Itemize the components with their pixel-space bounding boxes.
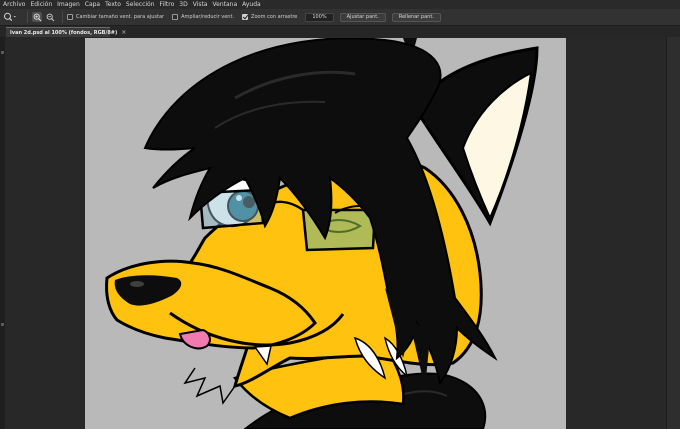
zoom-tool-icon [4,12,16,22]
zoom-in-icon [33,13,41,21]
menu-item-ayuda[interactable]: Ayuda [242,0,261,9]
divider [62,11,63,23]
menu-item-archivo[interactable]: Archivo [3,0,25,9]
close-icon[interactable]: × [121,29,126,36]
menu-item-3d[interactable]: 3D [179,0,187,9]
zoom-in-button[interactable] [32,12,42,22]
panel-grip-icon[interactable] [1,51,4,54]
divider [27,11,28,23]
document-tab-title: Ivan 2d.psd al 100% (fondos, RGB/8#) [10,29,118,36]
menu-item-edicion[interactable]: Edición [30,0,52,9]
scrubby-zoom-option[interactable]: Zoom con arrastre [242,14,297,20]
zoom-out-icon [46,13,54,21]
zoom-level-field[interactable]: 100% [305,12,334,22]
document-tab[interactable]: Ivan 2d.psd al 100% (fondos, RGB/8#) × [6,27,126,37]
fit-screen-button[interactable]: Ajustar pant. [339,12,386,22]
tongue [178,328,211,350]
menu-item-filtro[interactable]: Filtro [160,0,175,9]
document-canvas[interactable] [85,38,566,429]
scrubby-zoom-label: Zoom con arrastre [251,14,298,20]
document-tab-bar: Ivan 2d.psd al 100% (fondos, RGB/8#) × [0,27,680,37]
resize-windows-label: Cambiar tamaño vent. para ajustar [76,14,165,20]
right-panel-dock [666,37,680,429]
tool-preset-picker[interactable] [3,12,17,22]
zoom-all-windows-checkbox[interactable] [172,14,179,20]
resize-windows-option[interactable]: Cambiar tamaño vent. para ajustar [67,14,164,20]
artwork-wolf-portrait [105,38,539,429]
menu-item-seleccion[interactable]: Selección [126,0,155,9]
menu-item-imagen[interactable]: Imagen [57,0,80,9]
fill-screen-button[interactable]: Rellenar pant. [391,12,441,22]
resize-windows-checkbox[interactable] [67,14,73,20]
menu-item-ventana[interactable]: Ventana [212,0,237,9]
zoom-out-button[interactable] [45,12,55,22]
tool-options-bar: Cambiar tamaño vent. para ajustar Amplia… [0,9,680,26]
menu-item-capa[interactable]: Capa [85,0,100,9]
menu-item-texto[interactable]: Texto [105,0,121,9]
panel-grip-icon[interactable] [1,323,4,326]
zoom-all-windows-label: Ampliar/reducir vent. [181,14,235,20]
menu-item-vista[interactable]: Vista [193,0,208,9]
menu-bar: Archivo Edición Imagen Capa Texto Selección Fi… [0,0,680,9]
scrubby-zoom-checkbox[interactable] [242,14,249,20]
zoom-all-windows-option[interactable]: Ampliar/reducir vent. [172,14,234,20]
toolbar-edge [0,37,5,429]
